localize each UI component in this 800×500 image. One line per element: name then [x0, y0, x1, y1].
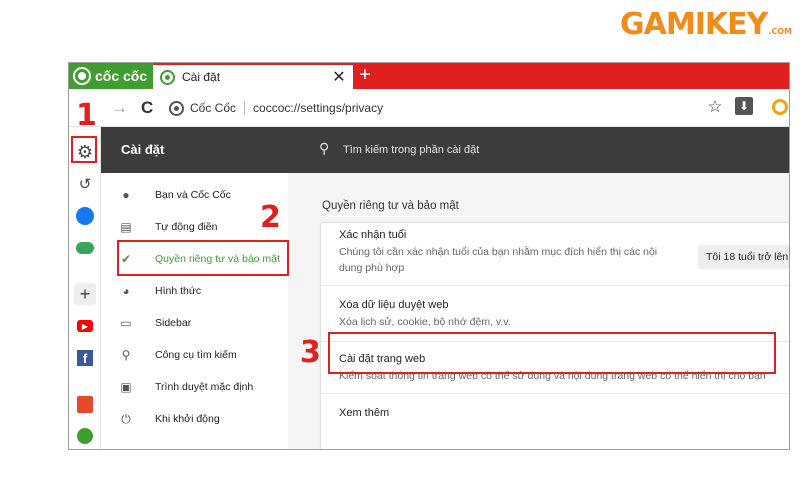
section-title: Quyền riêng tư và bảo mật: [322, 200, 459, 212]
address-divider: [244, 101, 246, 115]
menu-item-default-browser[interactable]: ▣ Trình duyệt mặc định: [101, 372, 288, 402]
palette-icon: ◕: [122, 284, 130, 298]
menu-item-label: Bạn và Cốc Cốc: [155, 189, 231, 201]
step2-highlight: [117, 240, 289, 276]
age-verification-title: Xác nhận tuổi: [339, 229, 407, 241]
settings-search-input[interactable]: Tìm kiếm trong phần cài đặt: [343, 144, 479, 156]
age-confirm-button[interactable]: Tôi 18 tuổi trở lên: [698, 245, 789, 269]
coccoc-icon[interactable]: [74, 425, 96, 447]
youtube-icon[interactable]: ▶: [74, 315, 96, 337]
forward-icon[interactable]: →: [111, 98, 128, 118]
settings-header: Cài đặt ⚲ Tìm kiếm trong phần cài đặt: [101, 127, 789, 173]
row-divider: [321, 285, 789, 286]
facebook-icon[interactable]: f: [74, 347, 96, 369]
address-toolbar: → C Cốc Cốc coccoc://settings/privacy ☆ …: [69, 89, 789, 127]
calendar-icon[interactable]: [74, 393, 96, 415]
sidebar-icon: ▭: [120, 316, 132, 330]
coccoc-logo-icon: [73, 67, 91, 85]
tab-settings[interactable]: Cài đặt ✕: [153, 65, 353, 89]
coccoc-brand[interactable]: cốc cốc: [69, 63, 153, 89]
age-verification-desc-2: dung phù hợp: [339, 262, 405, 274]
step3-number: 3: [300, 335, 321, 370]
download-icon[interactable]: ⬇: [735, 97, 753, 115]
row-divider: [321, 393, 789, 394]
step1-number: 1: [76, 98, 97, 133]
menu-item-label: Hình thức: [155, 285, 202, 297]
step2-number: 2: [260, 200, 281, 235]
page-title: Cài đặt: [121, 142, 165, 157]
settings-tab-icon: [160, 69, 175, 85]
site-info-icon[interactable]: [169, 100, 184, 116]
logo-text: GAMIKEY: [620, 7, 768, 42]
close-tab-icon[interactable]: ✕: [329, 67, 349, 87]
tab-bar: cốc cốc Cài đặt ✕ +: [69, 63, 789, 89]
address-bar[interactable]: Cốc Cốc coccoc://settings/privacy: [169, 95, 689, 121]
menu-item-appearance[interactable]: ◕ Hình thức: [101, 276, 288, 306]
person-icon: ●: [122, 188, 130, 202]
reload-icon[interactable]: C: [141, 98, 153, 118]
clear-data-desc: Xóa lịch sử, cookie, bộ nhớ đệm, v.v.: [339, 316, 511, 328]
menu-item-label: Công cụ tìm kiếm: [155, 349, 237, 361]
step3-highlight: [328, 332, 776, 374]
tab-title: Cài đặt: [182, 70, 221, 84]
menu-item-label: Khi khởi động: [155, 413, 220, 425]
history-icon[interactable]: ↺: [74, 173, 96, 195]
site-name: Cốc Cốc: [190, 101, 237, 115]
messenger-icon[interactable]: [74, 205, 96, 227]
url-text[interactable]: coccoc://settings/privacy: [253, 101, 383, 115]
menu-item-on-startup[interactable]: ⏻ Khi khởi động: [101, 404, 288, 434]
browser-sidebar: ⚙ ↺ + ▶ f: [69, 127, 101, 449]
gamikey-logo: GAMIKEY .COM: [620, 6, 792, 44]
browser-icon: ▣: [120, 380, 132, 394]
bookmark-star-icon[interactable]: ☆: [705, 97, 725, 117]
menu-item-label: Tự động điền: [155, 221, 218, 233]
logo-suffix: .COM: [768, 27, 792, 36]
clear-data-title: Xóa dữ liệu duyệt web: [339, 299, 449, 311]
see-more-title: Xem thêm: [339, 407, 390, 419]
menu-item-search-engine[interactable]: ⚲ Công cụ tìm kiếm: [101, 340, 288, 370]
gamepad-icon[interactable]: [74, 237, 96, 259]
menu-item-label: Trình duyệt mặc định: [155, 381, 254, 393]
search-icon: ⚲: [319, 140, 330, 156]
extension-icon[interactable]: [772, 99, 788, 115]
age-verification-desc-1: Chúng tôi cần xác nhận tuổi của bạn nhằm…: [339, 246, 658, 258]
clipboard-icon: ▤: [120, 220, 132, 234]
power-icon: ⏻: [121, 411, 131, 426]
new-tab-button[interactable]: +: [355, 64, 375, 88]
step1-highlight: [71, 136, 97, 163]
settings-content: Quyền riêng tư và bảo mật Xác nhận tuổi …: [288, 173, 789, 449]
add-icon[interactable]: +: [74, 283, 96, 305]
menu-item-label: Sidebar: [155, 317, 192, 329]
menu-item-sidebar[interactable]: ▭ Sidebar: [101, 308, 288, 338]
search-icon: ⚲: [121, 348, 131, 362]
brand-name: cốc cốc: [95, 68, 148, 84]
